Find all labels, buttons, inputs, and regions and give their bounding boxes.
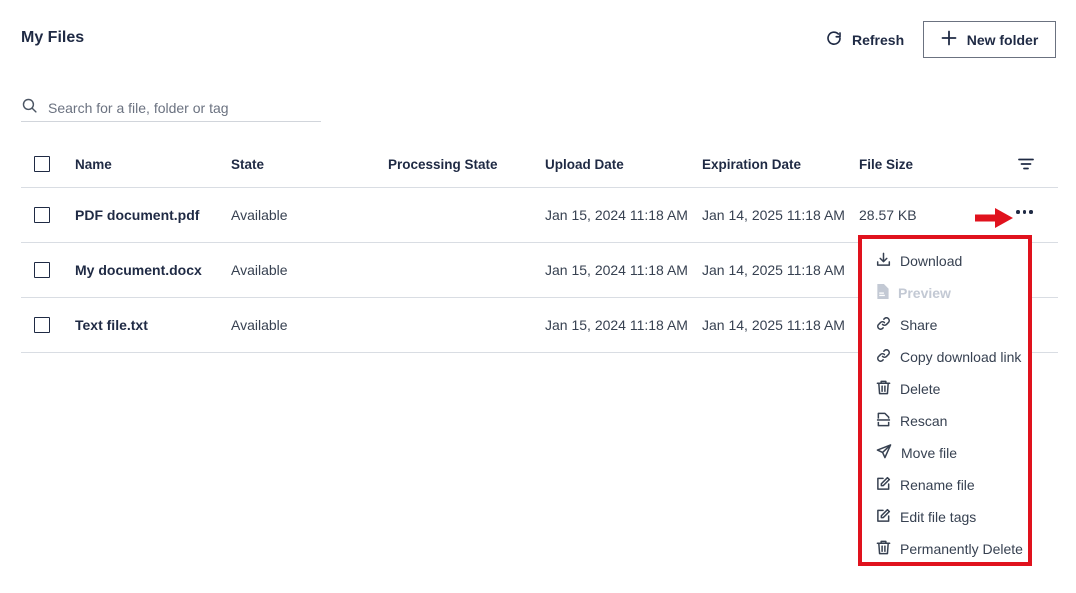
- menu-item-delete[interactable]: Delete: [876, 379, 940, 399]
- edit-icon: [876, 508, 891, 526]
- file-name[interactable]: My document.docx: [75, 243, 202, 297]
- menu-item-download[interactable]: Download: [876, 251, 962, 271]
- column-header-processing-state[interactable]: Processing State: [388, 141, 498, 187]
- menu-item-preview[interactable]: Preview: [876, 283, 951, 303]
- menu-item-share[interactable]: Share: [876, 315, 937, 335]
- page-title: My Files: [21, 29, 85, 46]
- file-state: Available: [231, 262, 288, 278]
- file-upload-date: Jan 15, 2024 11:18 AM: [545, 207, 688, 223]
- row-checkbox[interactable]: [34, 207, 50, 223]
- file-name[interactable]: Text file.txt: [75, 298, 148, 352]
- file-state: Available: [231, 207, 288, 223]
- menu-item-move-file[interactable]: Move file: [876, 443, 957, 463]
- column-header-state[interactable]: State: [231, 141, 264, 187]
- search-input[interactable]: [48, 99, 308, 116]
- more-actions-icon[interactable]: [1016, 210, 1033, 214]
- new-folder-label: New folder: [966, 31, 1039, 48]
- scan-icon: [876, 412, 891, 430]
- edit-icon: [876, 476, 891, 494]
- refresh-icon: [825, 30, 843, 51]
- file-actions-menu: Download Preview Share Copy download lin…: [858, 235, 1032, 566]
- trash-icon: [876, 540, 891, 558]
- column-header-expiration-date[interactable]: Expiration Date: [702, 141, 801, 187]
- table-header-row: Name State Processing State Upload Date …: [21, 141, 1058, 188]
- new-folder-button[interactable]: New folder: [923, 21, 1056, 58]
- file-upload-date: Jan 15, 2024 11:18 AM: [545, 262, 688, 278]
- menu-item-edit-file-tags[interactable]: Edit file tags: [876, 507, 976, 527]
- trash-icon: [876, 380, 891, 398]
- link-icon: [876, 348, 891, 366]
- plus-icon: [941, 30, 957, 49]
- file-state: Available: [231, 317, 288, 333]
- file-expiration-date: Jan 14, 2025 11:18 AM: [702, 262, 845, 278]
- send-icon: [876, 444, 892, 462]
- search-bar: [21, 94, 321, 122]
- file-name[interactable]: PDF document.pdf: [75, 188, 199, 242]
- row-checkbox[interactable]: [34, 262, 50, 278]
- refresh-label: Refresh: [852, 32, 905, 48]
- link-icon: [876, 316, 891, 334]
- file-size: 28.57 KB: [859, 207, 917, 223]
- column-header-file-size[interactable]: File Size: [859, 141, 913, 187]
- column-header-name[interactable]: Name: [75, 141, 112, 187]
- search-icon: [21, 97, 38, 119]
- menu-item-copy-download-link[interactable]: Copy download link: [876, 347, 1021, 367]
- refresh-button[interactable]: Refresh: [825, 28, 904, 52]
- file-upload-date: Jan 15, 2024 11:18 AM: [545, 317, 688, 333]
- file-expiration-date: Jan 14, 2025 11:18 AM: [702, 207, 845, 223]
- select-all-checkbox[interactable]: [34, 156, 50, 172]
- file-icon: [876, 284, 889, 302]
- row-checkbox[interactable]: [34, 317, 50, 333]
- menu-item-rescan[interactable]: Rescan: [876, 411, 947, 431]
- menu-item-rename-file[interactable]: Rename file: [876, 475, 975, 495]
- column-header-upload-date[interactable]: Upload Date: [545, 141, 624, 187]
- menu-item-permanently-delete[interactable]: Permanently Delete: [876, 539, 1023, 559]
- annotation-arrow-icon: [975, 208, 1013, 233]
- filter-icon[interactable]: [1018, 141, 1034, 187]
- file-expiration-date: Jan 14, 2025 11:18 AM: [702, 317, 845, 333]
- download-icon: [876, 252, 891, 270]
